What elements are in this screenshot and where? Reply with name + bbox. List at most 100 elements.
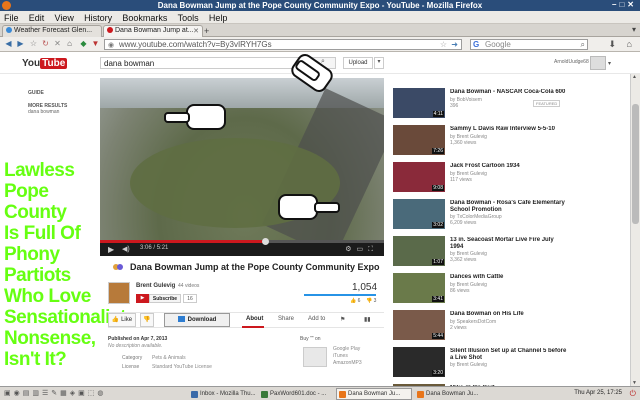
video-thumbnail[interactable]: 3:02 <box>393 199 445 229</box>
go-arrow-icon[interactable]: ➜ <box>451 40 458 49</box>
category-value[interactable]: Pets & Animals <box>152 355 186 361</box>
tab-youtube[interactable]: Dana Bowman Jump at... ✕ <box>103 25 203 37</box>
menu-help[interactable]: Help <box>205 11 232 23</box>
video-player[interactable] <box>100 78 384 256</box>
toolbar-extra-icons[interactable]: ⬇ ⌂ <box>609 39 636 50</box>
scrollbar-thumb[interactable] <box>632 104 639 224</box>
close-tab-icon[interactable]: ✕ <box>193 27 199 35</box>
tab-weather[interactable]: Weather Forecast Glen... <box>2 25 102 37</box>
related-video-title[interactable]: Dana Bowman - Rosa's Cafe Elementary <box>450 200 600 206</box>
related-video-title[interactable]: Dana Bowman - NASCAR Coca-Cola 600 <box>450 89 600 95</box>
upload-button[interactable]: Upload <box>343 57 373 69</box>
volume-icon[interactable]: ◀) <box>122 245 130 253</box>
related-video-title[interactable]: Dances with Cattle <box>450 274 600 280</box>
account-avatar[interactable] <box>590 56 606 70</box>
video-thumbnail[interactable]: 4:11 <box>393 88 445 118</box>
reload-icon[interactable]: ↻ <box>40 39 51 50</box>
menu-view[interactable]: View <box>51 11 78 23</box>
video-thumbnail[interactable]: 7:26 <box>393 125 445 155</box>
related-video-item[interactable]: 3:41 Dances with Cattle by Brent Gulevig 86… <box>393 273 593 305</box>
menu-history[interactable]: History <box>80 11 116 23</box>
related-video-item[interactable]: 1:07 13 in. Seacoast Mortar Live Fire Jul… <box>393 236 593 268</box>
stats-icon[interactable]: ▮▮ <box>364 316 371 323</box>
related-video-item[interactable]: 7:26 Sammy L Davis Raw Interview 5-5-10 by… <box>393 125 593 157</box>
related-video-title[interactable]: Dana Bowman on His Life <box>450 311 600 317</box>
web-search-input[interactable]: G Google ⌕ <box>470 39 588 50</box>
seek-bar[interactable] <box>100 238 384 245</box>
player-settings-icons[interactable]: ⚙▭⛶ <box>345 245 378 254</box>
tab-add-to[interactable]: Add to <box>308 316 325 322</box>
scroll-up-icon[interactable]: ▲ <box>632 74 637 80</box>
back-button[interactable]: ◀ <box>3 39 14 50</box>
video-thumbnail[interactable]: 3:41 <box>393 273 445 303</box>
window-controls[interactable]: –□✕ <box>612 0 637 9</box>
upload-dropdown-icon[interactable]: ▾ <box>374 57 384 69</box>
more-results-link[interactable]: MORE RESULTS dana bowman <box>28 103 98 115</box>
stop-icon[interactable]: ✕ <box>52 39 63 50</box>
home-icon[interactable]: ⌂ <box>64 39 75 50</box>
youtube-logo[interactable]: You Tube <box>22 58 68 69</box>
menu-bookmarks[interactable]: Bookmarks <box>118 11 171 23</box>
account-caret-icon[interactable]: ▾ <box>608 60 611 67</box>
related-video-title-cont[interactable]: School Promotion <box>450 207 502 213</box>
guide-button[interactable]: GUIDE <box>28 90 98 96</box>
related-video-title[interactable]: Sammy L Davis Raw Interview 5-5-10 <box>450 126 600 132</box>
new-tab-button[interactable]: + <box>204 26 209 36</box>
taskbar-task[interactable]: Dana Bowman Ju... <box>336 388 412 400</box>
power-icon[interactable]: ⏻ <box>630 389 636 399</box>
related-video-item[interactable]: 4:11 Dana Bowman - NASCAR Coca-Cola 600 by… <box>393 88 593 120</box>
like-ratio-bar <box>304 294 376 296</box>
related-video-title-cont[interactable]: 1994 <box>450 244 463 250</box>
like-button[interactable]: 👍 Like <box>108 313 136 327</box>
related-video-channel[interactable]: by Brent Gulevig <box>450 362 487 368</box>
play-button[interactable]: ▶ <box>108 245 114 254</box>
page-scrollbar[interactable]: ▲ ▼ <box>630 74 640 386</box>
seek-handle[interactable] <box>261 238 269 245</box>
site-identity-icon[interactable]: ◉ <box>108 41 114 49</box>
addon-icon[interactable]: ◆ <box>78 39 89 50</box>
related-video-title-cont[interactable]: a Live Shot <box>450 355 482 361</box>
video-thumbnail[interactable]: 5:44 <box>393 310 445 340</box>
related-video-title[interactable]: Silent Illusion Set up at Channel 5 befo… <box>450 348 600 354</box>
dislike-button[interactable]: 👎 <box>140 313 154 327</box>
channel-name[interactable]: Brent Gulevig <box>136 283 175 289</box>
taskbar-task[interactable]: PaxWord601.doc - ... <box>258 388 334 400</box>
menu-edit[interactable]: Edit <box>25 11 49 23</box>
list-all-tabs-icon[interactable]: ▾ <box>632 25 636 34</box>
buy-amazon[interactable]: AmazonMP3 <box>333 360 362 366</box>
video-thumbnail[interactable]: 3:20 <box>393 347 445 377</box>
tab-share[interactable]: Share <box>278 316 294 322</box>
related-video-item[interactable]: 5:44 Dana Bowman on His Life by SpeakersDo… <box>393 310 593 342</box>
url-bar[interactable]: ◉ www.youtube.com/watch?v=By3vIRYH7Gs ☆ … <box>104 39 462 50</box>
menu-tools[interactable]: Tools <box>174 11 203 23</box>
youtube-search-input[interactable]: dana bowman <box>100 57 310 69</box>
tab-about[interactable]: About <box>246 316 263 322</box>
forward-button[interactable]: ▶ <box>15 39 26 50</box>
youtube-subscribe-icon[interactable]: ▶ <box>136 294 149 303</box>
related-video-item[interactable]: 9:08 Jack Frost Cartoon 1934 by Brent Gule… <box>393 162 593 194</box>
subscribe-button[interactable]: Subscribe <box>149 294 181 303</box>
account-username[interactable]: ArnoldUudge68 <box>554 59 589 65</box>
taskbar-task[interactable]: Inbox - Mozilla Thu... <box>188 388 264 400</box>
bookmark-menu-icon[interactable]: ☆ <box>28 39 39 50</box>
channel-videos-count[interactable]: 44 videos <box>178 283 199 289</box>
buy-google-play[interactable]: Google Play <box>333 346 360 352</box>
related-video-title[interactable]: 13 in. Seacoast Mortar Live Fire July <box>450 237 600 243</box>
download-button[interactable]: Download <box>164 313 230 327</box>
related-video-item[interactable]: 3:20 Silent Illusion Set up at Channel 5 … <box>393 347 593 379</box>
taskbar-task[interactable]: Dana Bowman Ju... <box>414 388 490 400</box>
bookmark-star-icon[interactable]: ☆ <box>440 40 447 49</box>
download-icon[interactable]: ▼ <box>90 39 101 50</box>
search-icon[interactable]: ⌕ <box>581 40 585 50</box>
video-thumbnail[interactable]: 9:08 <box>393 162 445 192</box>
channel-avatar[interactable] <box>108 282 130 304</box>
menu-file[interactable]: File <box>0 11 23 23</box>
video-thumbnail[interactable]: 1:07 <box>393 236 445 266</box>
quick-launch-icons[interactable]: ▣◉▤▥☰✎▦◈▣⬚◍ <box>4 389 106 397</box>
buy-label: Buy "" on <box>300 336 321 342</box>
related-video-item[interactable]: 3:02 Dana Bowman - Rosa's Cafe Elementary… <box>393 199 593 231</box>
pointing-hand-icon <box>164 104 226 130</box>
flag-icon[interactable]: ⚑ <box>340 316 345 323</box>
related-video-title[interactable]: Jack Frost Cartoon 1934 <box>450 163 600 169</box>
buy-itunes[interactable]: iTunes <box>333 353 348 359</box>
